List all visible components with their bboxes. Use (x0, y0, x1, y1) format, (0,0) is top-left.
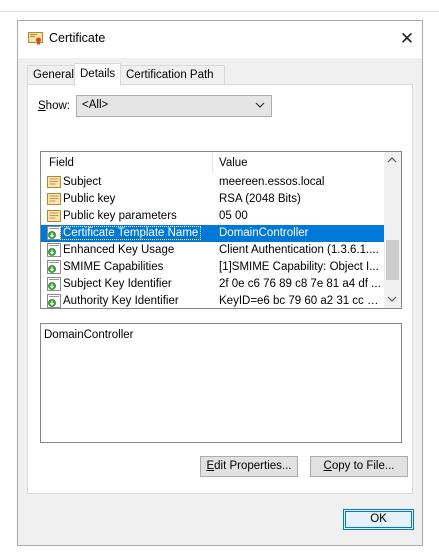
background-strip (0, 0, 439, 16)
scroll-down-icon[interactable] (387, 295, 397, 303)
list-item-value: RSA (2048 Bits) (219, 193, 301, 205)
list-item-field: Authority Key Identifier (63, 295, 179, 307)
list-item[interactable]: SMIME Capabilities [1]SMIME Capability: O… (41, 259, 384, 276)
list-item[interactable]: Authority Key Identifier KeyID=e6 bc 79 6… (41, 293, 384, 308)
close-button[interactable]: ✕ (395, 27, 419, 51)
show-label: Show: (38, 100, 70, 112)
list-item[interactable]: Enhanced Key Usage Client Authentication … (41, 242, 384, 259)
field-value-textbox[interactable]: DomainController (40, 323, 402, 443)
tab-general[interactable]: General (27, 65, 75, 84)
show-dropdown[interactable]: <All> (76, 95, 272, 117)
list-item-field: Subject (63, 176, 102, 188)
certificate-dialog: Certificate ✕ General Details Certificat… (17, 20, 423, 546)
tab-general-label: General (33, 69, 74, 81)
column-header-value[interactable]: Value (219, 157, 248, 169)
scrollbar-thumb[interactable] (386, 240, 399, 280)
certificate-field-icon (47, 192, 61, 206)
tab-certification-path-label: Certification Path (126, 69, 214, 81)
list-item[interactable]: Public key parameters 05 00 (41, 208, 384, 225)
ok-button[interactable]: OK (343, 509, 414, 530)
list-item-value: 05 00 (219, 210, 248, 222)
list-scrollbar[interactable] (384, 152, 401, 308)
scroll-up-icon[interactable] (387, 156, 397, 164)
list-item[interactable]: Public key RSA (2048 Bits) (41, 191, 384, 208)
list-item[interactable]: Certificate Template Name DomainControlle… (41, 225, 384, 242)
extension-icon (47, 294, 61, 308)
list-item-value: Client Authentication (1.3.6.1.... (219, 244, 379, 256)
list-item-value: KeyID=e6 bc 79 60 a2 31 cc c... (219, 295, 381, 307)
list-header: Field Value (41, 152, 384, 174)
extension-icon (47, 277, 61, 291)
field-value-text: DomainController (44, 329, 134, 341)
list-item[interactable]: Subject meereen.essos.local (41, 174, 384, 191)
background-divider (0, 11, 439, 12)
list-item-field: Enhanced Key Usage (63, 244, 175, 256)
column-header-field[interactable]: Field (49, 157, 74, 169)
certificate-icon (28, 32, 43, 45)
list-item-field: Public key (63, 193, 116, 205)
list-item-value: DomainController (219, 227, 309, 239)
show-dropdown-value: <All> (82, 99, 109, 111)
edit-properties-button[interactable]: Edit Properties... (200, 456, 298, 477)
extension-icon (47, 243, 61, 257)
tab-certification-path[interactable]: Certification Path (120, 65, 225, 84)
list-item-field: SMIME Capabilities (63, 261, 164, 273)
list-item-field: Certificate Template Name (59, 226, 202, 240)
close-icon: ✕ (399, 29, 415, 48)
extension-icon (47, 260, 61, 274)
details-panel: Show: <All> Field Value Subject meereen.e… (27, 84, 413, 494)
list-item-field: Subject Key Identifier (63, 278, 172, 290)
list-item-field: Public key parameters (63, 210, 177, 222)
fields-list[interactable]: Field Value Subject meereen.essos.local Pu… (40, 151, 402, 309)
title-bar: Certificate ✕ (18, 21, 422, 58)
column-divider[interactable] (212, 152, 213, 174)
list-item-value: meereen.essos.local (219, 176, 325, 188)
copy-to-file-button[interactable]: Copy to File... (310, 456, 408, 477)
list-item[interactable]: Subject Key Identifier 2f 0e c6 76 89 c8 … (41, 276, 384, 293)
window-title: Certificate (49, 31, 106, 45)
certificate-field-icon (47, 175, 61, 189)
list-item-value: 2f 0e c6 76 89 c8 7e 81 a4 df ... (219, 278, 381, 290)
chevron-down-icon (255, 102, 265, 108)
tab-details[interactable]: Details (74, 63, 121, 86)
tab-details-label: Details (80, 68, 116, 80)
certificate-field-icon (47, 209, 61, 223)
extension-icon (47, 226, 61, 240)
list-item-value: [1]SMIME Capability: Object I... (219, 261, 379, 273)
